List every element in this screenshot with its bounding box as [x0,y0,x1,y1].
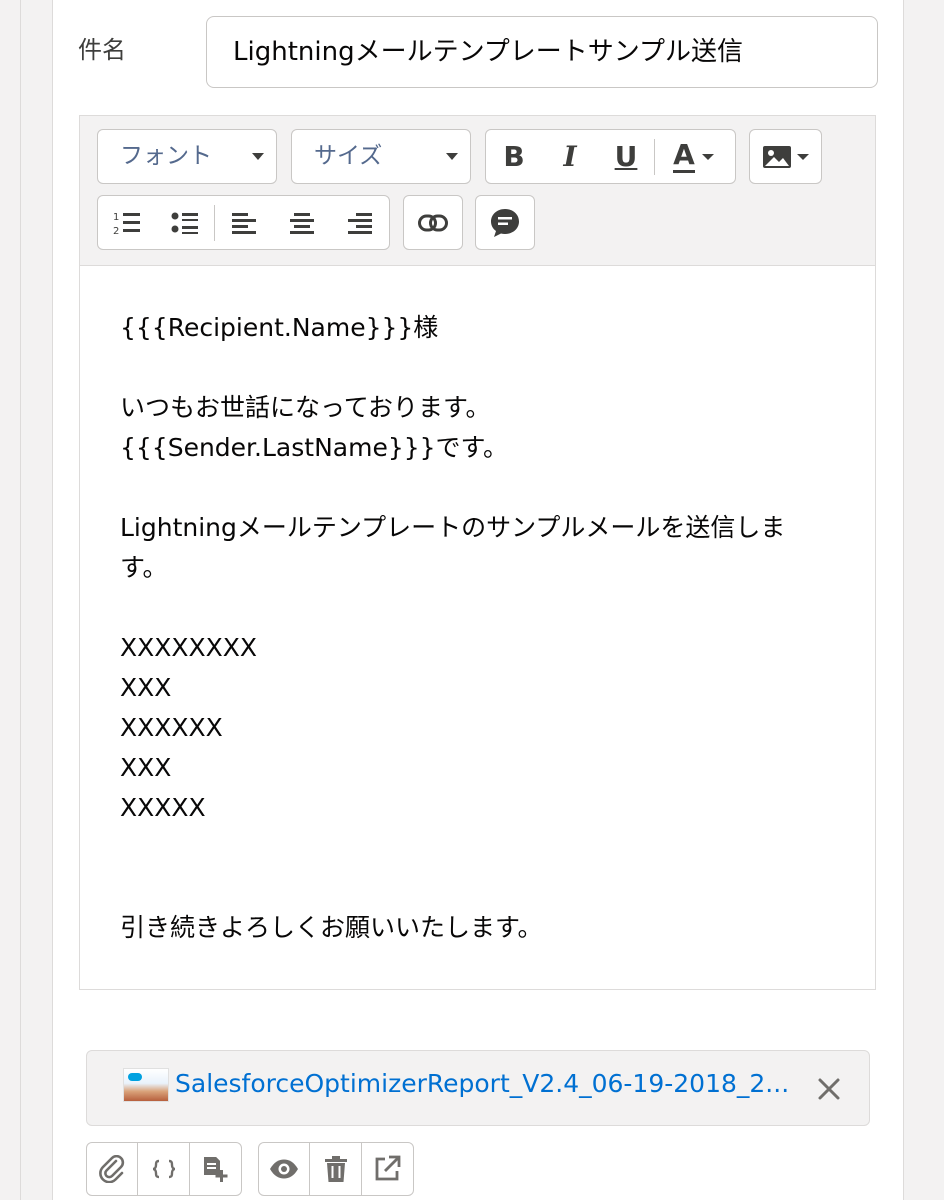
attachment-file-link[interactable]: SalesforceOptimizerReport_V2.4_06-19-201… [175,1069,795,1098]
svg-text:1: 1 [113,212,119,223]
chevron-down-icon [796,153,809,160]
bold-icon: B [503,140,525,173]
paragraph-group: 1 2 [97,195,390,250]
insert-merge-field-button[interactable] [138,1143,190,1195]
subject-input[interactable]: Lightningメールテンプレートサンプル送信 [206,16,878,88]
text-color-icon: A [673,138,695,173]
file-thumbnail-icon [123,1068,169,1102]
close-icon[interactable] [813,1073,845,1105]
bold-button[interactable]: B [486,130,542,183]
insert-link-button[interactable] [403,195,463,250]
align-center-button[interactable] [273,196,331,249]
size-select-label: サイズ [314,143,383,169]
align-right-button[interactable] [331,196,389,249]
compose-actions-group [86,1142,242,1196]
align-right-icon [348,212,372,234]
insert-image-button[interactable] [749,129,822,184]
align-center-icon [290,212,314,234]
insert-quick-text-button[interactable] [475,195,535,250]
font-select[interactable]: フォント [97,129,277,184]
delete-button[interactable] [310,1143,362,1195]
text-format-group: B I U A [485,129,736,184]
merge-field-icon [152,1159,175,1179]
email-body[interactable]: {{{Recipient.Name}}}様 いつもお世話になっております。 {{… [120,308,840,948]
eye-icon [270,1159,299,1179]
font-select-label: フォント [120,143,212,169]
subject-label: 件名 [78,36,126,64]
external-link-icon [375,1155,401,1181]
attachment-pill: SalesforceOptimizerReport_V2.4_06-19-201… [86,1050,870,1126]
template-add-icon [204,1157,228,1182]
numbered-list-icon: 1 2 [113,212,140,236]
underline-icon: U [614,140,638,173]
paperclip-icon [99,1155,125,1183]
size-select[interactable]: サイズ [291,129,471,184]
preview-button[interactable] [259,1143,311,1195]
chat-bubble-icon [491,208,519,237]
pop-out-button[interactable] [362,1143,413,1195]
text-color-button[interactable]: A [655,130,733,183]
preview-actions-group [258,1142,414,1196]
attach-file-button[interactable] [87,1143,139,1195]
rich-text-editor: フォント サイズ B I U A 1 2 {{{Recipient.Name}}… [79,115,876,990]
chevron-down-icon [446,153,458,160]
bullet-list-button[interactable] [156,196,214,249]
bullet-list-icon [171,212,198,234]
svg-text:2: 2 [113,226,119,236]
italic-icon: I [563,140,577,173]
chevron-down-icon [252,153,264,160]
insert-template-button[interactable] [190,1143,241,1195]
italic-button[interactable]: I [542,130,598,183]
chevron-down-icon [701,153,714,160]
align-left-button[interactable] [215,196,273,249]
align-left-icon [232,212,256,234]
link-icon [418,214,448,231]
image-icon [762,145,791,168]
underline-button[interactable]: U [598,130,654,183]
numbered-list-button[interactable]: 1 2 [98,196,156,249]
trash-icon [324,1156,347,1182]
editor-toolbar: フォント サイズ B I U A 1 2 [80,116,875,266]
